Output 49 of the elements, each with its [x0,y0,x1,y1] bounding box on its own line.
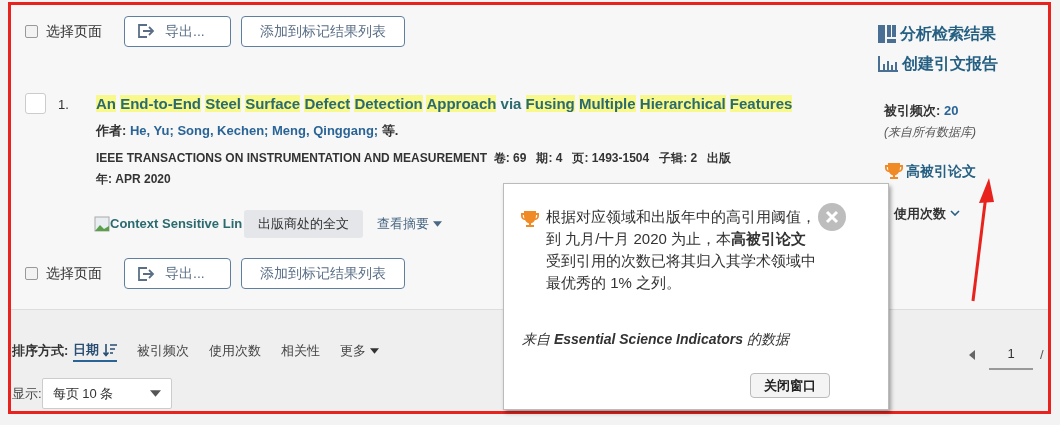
record-title-link[interactable]: An End-to-End Steel Surface Defect Detection Approach via Fusing Multiple Hierarchical Features [96,93,856,115]
grid-icon [878,25,896,43]
page-separator: / [1040,346,1044,364]
page-size-select[interactable]: 每页 10 条 [41,378,172,409]
source-info: IEEE TRANSACTIONS ON INSTRUMENTATION AND MEASUREMENT 卷: 69 期: 4 页: 1493-1504 子辑: 2 出版年: APR 2020 [96,149,733,188]
authors-line: 作者: He, Yu; Song, Kechen; Meng, Qinggang; 等. [96,122,400,140]
usage-toggle[interactable]: 使用次数 [894,203,960,223]
sort-label: 排序方式: [12,342,69,361]
broken-image-icon [94,215,110,232]
trophy-icon [520,209,540,229]
full-text-button[interactable]: 出版商处的全文 [244,209,364,238]
chevron-down-icon [950,210,960,217]
checkbox[interactable] [25,24,38,38]
sort-option[interactable]: 日期 [73,340,118,362]
highly-cited-link[interactable]: 高被引论文 [884,160,1048,182]
export-icon [137,265,155,282]
popup-message: 根据对应领域和出版年中的高引用阈值，到 九月/十月 2020 为止，本高被引论文受到引用的次数已将其归入其学术领域中最优秀的 1% 之列。 [546,207,816,293]
trophy-icon [884,161,904,181]
close-icon[interactable] [818,203,846,231]
checkbox[interactable] [25,93,46,114]
record-number: 1. [58,96,70,114]
sort-option[interactable]: 使用次数 [209,341,262,361]
sort-option[interactable]: 被引频次 [137,341,190,361]
citation-report-link[interactable]: 创建引文报告 [878,49,1048,79]
caret-icon [433,220,443,227]
export-button[interactable]: 导出... [124,258,231,289]
export-icon [137,23,155,39]
analyze-results-link[interactable]: 分析检索结果 [878,19,1048,49]
sort-descending-icon [103,343,118,357]
checkbox[interactable] [25,267,38,280]
abstract-toggle[interactable]: 查看摘要 [377,213,443,234]
export-button[interactable]: 导出... [124,15,231,47]
bar-chart-icon [878,56,898,72]
caret-icon [149,390,161,397]
sort-option[interactable]: 相关性 [281,341,321,361]
add-to-marked-button[interactable]: 添加到标记结果列表 [241,258,405,289]
close-window-button[interactable]: 关闭窗口 [750,373,830,398]
add-to-marked-button[interactable]: 添加到标记结果列表 [241,15,405,47]
page-input[interactable]: 1 [989,340,1033,370]
checkbox-label: 选择页面 [46,21,102,41]
caret-icon [370,348,380,354]
more-menu[interactable]: 更多 [340,341,380,361]
cited-note: (来自所有数据库) [884,123,977,141]
checkbox-label: 选择页面 [46,264,102,283]
times-cited: 被引频次: 20 [884,102,960,120]
context-link[interactable]: Context Sensitive Lin [94,213,243,234]
previous-page-icon[interactable] [969,349,975,360]
popup-source: 来自 Essential Science Indicators 的数据 [522,330,789,349]
display-label: 显示: [12,384,42,403]
